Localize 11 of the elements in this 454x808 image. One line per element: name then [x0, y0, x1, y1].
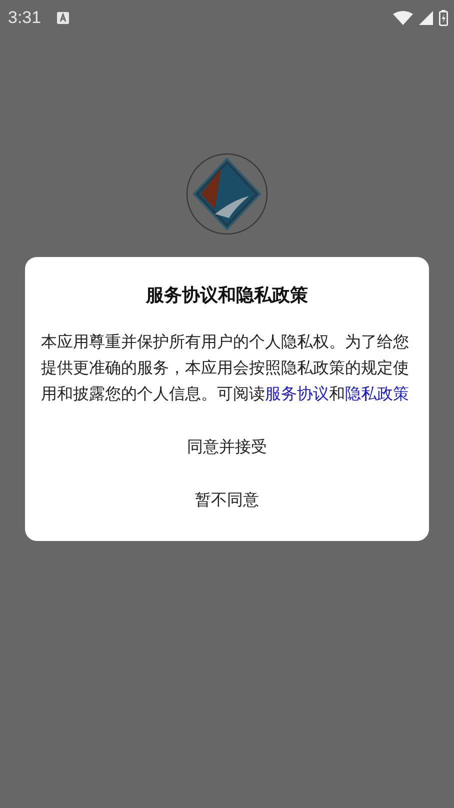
accept-button[interactable]: 同意并接受: [163, 421, 291, 474]
policy-link[interactable]: 隐私政策: [345, 384, 409, 403]
dialog-message: 本应用尊重并保护所有用户的个人隐私权。为了给您提供更准确的服务，本应用会按照隐私政策的规定使用和披露您的个人信息。可阅读服务协议和隐私政策: [41, 331, 410, 405]
keyboard-notification-icon: [57, 12, 70, 24]
battery-icon: [439, 10, 448, 26]
wifi-icon: [393, 11, 413, 25]
signal-icon: [419, 11, 433, 25]
decline-button[interactable]: 暂不同意: [171, 474, 283, 527]
dialog-title: 服务协议和隐私政策: [144, 284, 309, 307]
policy-link[interactable]: 服务协议: [265, 384, 329, 403]
status-time: 3:31: [8, 8, 42, 28]
